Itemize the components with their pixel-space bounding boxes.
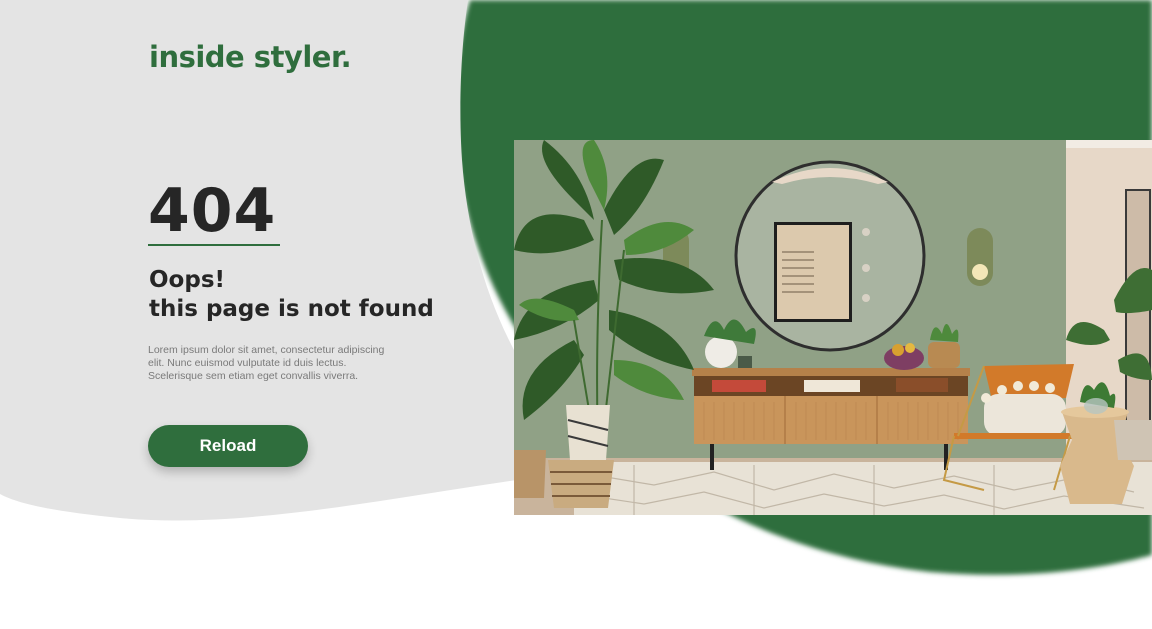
brand-logo[interactable]: inside styler. — [149, 40, 352, 74]
error-description: Lorem ipsum dolor sit amet, consectetur … — [148, 344, 385, 382]
error-code-underline — [148, 244, 280, 246]
error-heading-line2: this page is not found — [149, 296, 434, 322]
error-heading-line1: Oops! — [149, 267, 225, 293]
living-room-photo — [514, 140, 1152, 515]
error-code: 404 — [148, 176, 277, 246]
reload-button[interactable]: Reload — [148, 425, 308, 467]
error-heading: Oops! this page is not found — [149, 266, 434, 324]
